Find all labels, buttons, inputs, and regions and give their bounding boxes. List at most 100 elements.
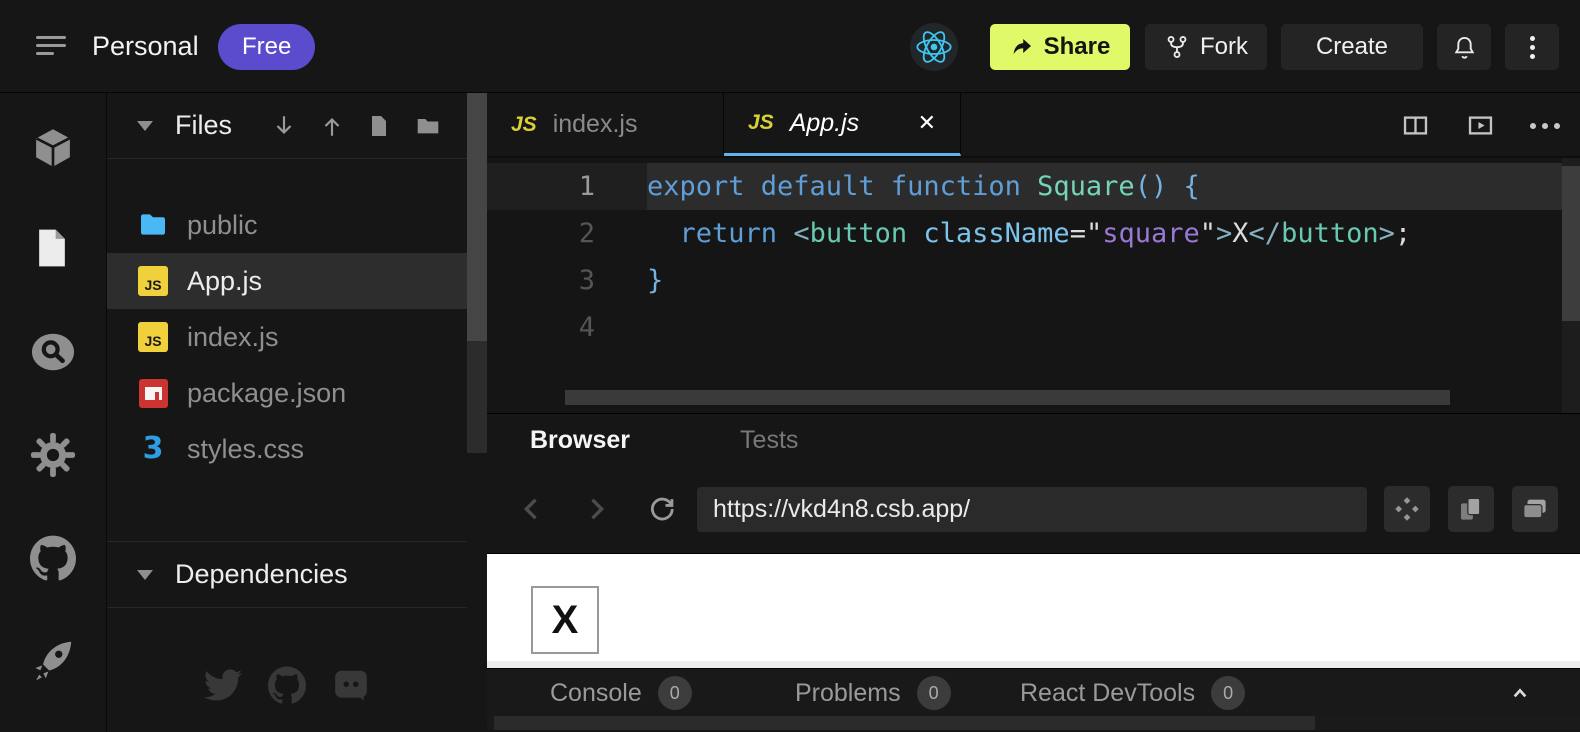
discord-icon[interactable] [332,666,370,704]
github-icon[interactable] [30,535,76,581]
problems-tab[interactable]: Problems 0 [795,669,951,717]
code-text: } [647,257,1580,304]
file-row-styles-css[interactable]: 3 styles.css [107,421,467,477]
file-name: App.js [187,266,262,297]
npm-icon [137,377,169,409]
code-line: 3 } [487,257,1580,304]
files-section-header[interactable]: Files [107,93,467,159]
refresh-icon[interactable] [645,492,679,526]
console-scrollbar [487,716,1580,730]
count-badge: 0 [658,676,692,710]
split-view-icon[interactable] [1400,110,1431,141]
css3-icon: 3 [137,433,169,465]
download-icon[interactable] [271,113,297,139]
more-options-icon[interactable] [1530,123,1560,129]
files-section-title: Files [175,110,271,141]
create-label: Create [1316,33,1388,61]
count-badge: 0 [1211,676,1245,710]
browser-panel: Browser Tests [487,413,1580,554]
explorer-scrollbar [467,93,487,732]
file-name: styles.css [187,434,304,465]
social-links [107,666,467,704]
folder-icon [137,209,169,241]
open-window-icon[interactable] [1512,486,1558,532]
more-menu-button[interactable] [1505,24,1559,70]
tab-app-js[interactable]: JS App.js ✕ [724,93,961,156]
code-text: export default function Square() { [647,163,1580,210]
preview-scrollbar [487,661,1580,668]
code-text: return <button className="square">X</but… [647,210,1580,257]
line-number: 3 [487,257,647,304]
create-button[interactable]: Create [1281,24,1423,70]
chevron-up-icon[interactable] [1504,677,1536,709]
console-tab[interactable]: Console 0 [550,669,692,717]
chevron-down-icon [137,570,153,580]
codesandbox-app: Personal Free Share [0,0,1580,732]
horizontal-scrollbar[interactable] [565,390,1450,405]
react-logo-icon [910,23,958,71]
settings-gear-icon[interactable] [30,432,76,478]
code-line: 4 [487,304,1580,351]
deploy-rocket-icon[interactable] [30,637,76,683]
github-icon[interactable] [268,666,306,704]
fork-button[interactable]: Fork [1145,24,1267,70]
top-bar: Personal Free Share [0,0,1580,93]
file-row-index-js[interactable]: JS index.js [107,309,467,365]
file-explorer-icon[interactable] [30,225,76,271]
preview-pane-icon[interactable] [1465,110,1496,141]
code-editor[interactable]: 1 export default function Square() { 2 r… [487,158,1580,413]
upload-icon[interactable] [319,113,345,139]
kebab-icon [1530,36,1535,41]
browser-preview: X [487,554,1580,668]
line-number: 4 [487,304,647,351]
search-icon[interactable] [30,329,76,375]
plan-badge[interactable]: Free [218,24,315,70]
file-name: package.json [187,378,346,409]
file-row-package-json[interactable]: package.json [107,365,467,421]
bell-icon [1451,34,1478,61]
menu-icon[interactable] [36,36,66,58]
react-devtools-tab[interactable]: React DevTools 0 [1020,669,1245,717]
editor-tab-bar: JS index.js JS App.js ✕ [487,93,1580,158]
tab-browser[interactable]: Browser [530,426,630,455]
file-list: public JS App.js JS index.js package.jso… [107,159,467,477]
activity-rail [0,93,107,732]
share-button[interactable]: Share [990,24,1130,70]
javascript-icon: JS [511,113,537,137]
code-line: 1 export default function Square() { [487,163,1580,210]
dependencies-section-header[interactable]: Dependencies [107,542,467,608]
scrollbar-thumb[interactable] [1562,166,1580,321]
share-label: Share [1044,33,1111,61]
new-folder-icon[interactable] [415,113,441,139]
file-explorer-panel: Files public [107,93,467,732]
url-bar[interactable] [697,487,1367,532]
tab-index-js[interactable]: JS index.js [487,93,724,156]
scrollbar-thumb[interactable] [467,93,487,341]
javascript-icon: JS [137,265,169,297]
dependencies-title: Dependencies [175,559,348,590]
file-row-public[interactable]: public [107,197,467,253]
file-row-app-js[interactable]: JS App.js [107,253,467,309]
workspace-name[interactable]: Personal [92,0,199,93]
square-button[interactable]: X [531,586,599,654]
tab-tests[interactable]: Tests [740,426,798,455]
duplicate-icon[interactable] [1448,486,1494,532]
count-badge: 0 [917,676,951,710]
scrollbar-thumb[interactable] [494,716,1315,730]
devtools-status-bar: Console 0 Problems 0 React DevTools 0 [487,668,1580,716]
back-icon[interactable] [515,492,549,526]
line-number: 2 [487,210,647,257]
close-icon[interactable]: ✕ [918,110,936,136]
javascript-icon: JS [748,111,774,135]
main-column: JS index.js JS App.js ✕ [487,93,1580,732]
forward-icon[interactable] [579,492,613,526]
twitter-icon[interactable] [204,666,242,704]
devtools-diamonds-icon[interactable] [1384,486,1430,532]
share-arrow-icon [1010,35,1034,59]
javascript-icon: JS [137,321,169,353]
notifications-button[interactable] [1437,24,1491,70]
sandbox-cube-icon[interactable] [30,125,76,171]
chevron-down-icon [137,121,153,131]
new-file-icon[interactable] [367,113,393,139]
code-text [647,304,1580,351]
